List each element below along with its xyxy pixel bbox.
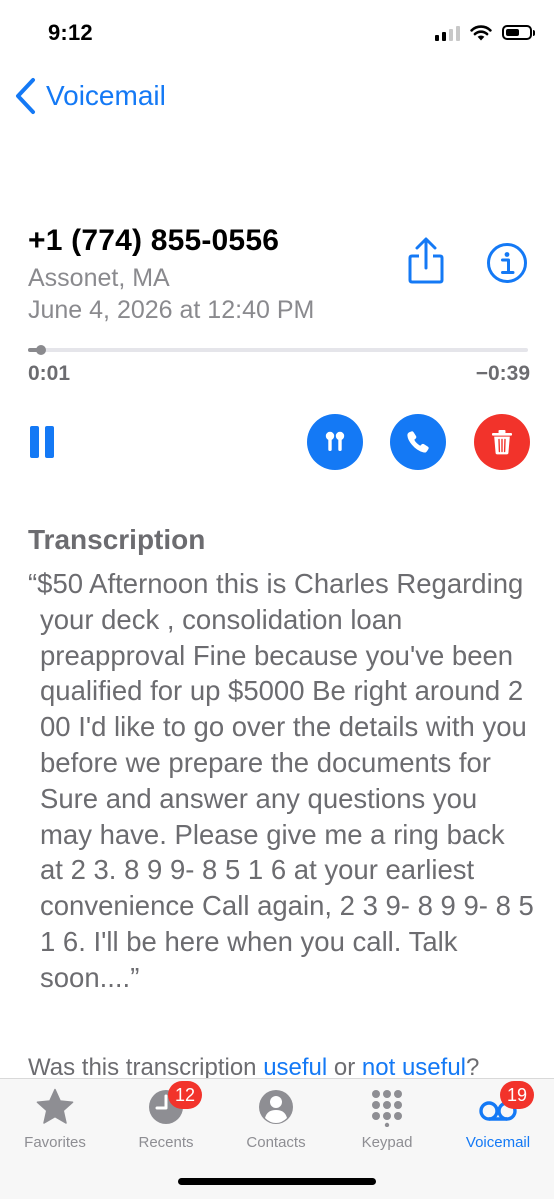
voicemail-detail-screen: 9:12 Voicemail +1 (774) 855-0556 Assonet… — [0, 0, 554, 1199]
keypad-icon — [372, 1090, 402, 1128]
person-icon — [259, 1090, 293, 1124]
tab-recents[interactable]: 12 Recents — [111, 1081, 221, 1151]
tab-favorites-label: Favorites — [24, 1134, 86, 1151]
delete-button[interactable] — [474, 414, 530, 470]
transcription-feedback: Was this transcription useful or not use… — [28, 1054, 479, 1080]
info-button[interactable] — [486, 242, 528, 284]
tab-keypad-label: Keypad — [361, 1134, 413, 1151]
tab-voicemail-label: Voicemail — [465, 1134, 531, 1151]
status-icons — [435, 24, 535, 41]
feedback-not-useful-link[interactable]: not useful — [362, 1054, 466, 1080]
call-back-button[interactable] — [390, 414, 446, 470]
chevron-left-icon — [16, 78, 35, 114]
status-time: 9:12 — [48, 20, 93, 45]
phone-icon — [407, 431, 429, 453]
time-elapsed: 0:01 — [28, 362, 71, 385]
playback-scrubber[interactable] — [28, 345, 528, 355]
trash-icon — [492, 430, 512, 455]
voicemail-datetime: June 4, 2026 at 12:40 PM — [28, 296, 315, 324]
star-icon — [36, 1088, 74, 1124]
caller-location: Assonet, MA — [28, 264, 170, 292]
time-remaining: −0:39 — [475, 362, 530, 385]
wifi-icon — [470, 25, 492, 41]
audio-output-button[interactable] — [307, 414, 363, 470]
tab-recents-label: Recents — [138, 1134, 194, 1151]
pause-icon-bar-right — [45, 426, 54, 458]
back-button[interactable]: Voicemail — [12, 76, 166, 116]
cellular-signal-icon — [435, 24, 460, 41]
transcription-heading: Transcription — [28, 524, 206, 555]
back-button-label: Voicemail — [46, 80, 166, 111]
recents-badge: 12 — [168, 1081, 202, 1109]
status-bar: 9:12 — [0, 0, 554, 70]
feedback-useful-link[interactable]: useful — [263, 1054, 327, 1080]
pause-button[interactable] — [30, 426, 56, 460]
tab-favorites[interactable]: Favorites — [0, 1087, 110, 1151]
home-indicator — [178, 1178, 376, 1185]
share-icon — [408, 237, 444, 284]
voicemail-badge: 19 — [500, 1081, 534, 1109]
tab-voicemail[interactable]: 19 Voicemail — [443, 1081, 553, 1151]
feedback-suffix: ? — [466, 1054, 480, 1080]
playback-scrubber-knob[interactable] — [35, 345, 46, 355]
battery-icon — [502, 25, 535, 40]
info-icon — [487, 243, 527, 283]
tab-contacts-label: Contacts — [246, 1134, 306, 1151]
tab-contacts[interactable]: Contacts — [221, 1087, 331, 1151]
pause-icon-bar-left — [30, 426, 39, 458]
caller-phone-number: +1 (774) 855-0556 — [28, 224, 280, 257]
airpods-icon — [325, 431, 345, 451]
share-button[interactable] — [404, 236, 448, 286]
tab-keypad[interactable]: Keypad — [332, 1087, 442, 1151]
transcription-text: “$50 Afternoon this is Charles Regarding… — [28, 568, 534, 993]
feedback-or: or — [327, 1054, 362, 1080]
feedback-prompt: Was this transcription — [28, 1054, 264, 1080]
